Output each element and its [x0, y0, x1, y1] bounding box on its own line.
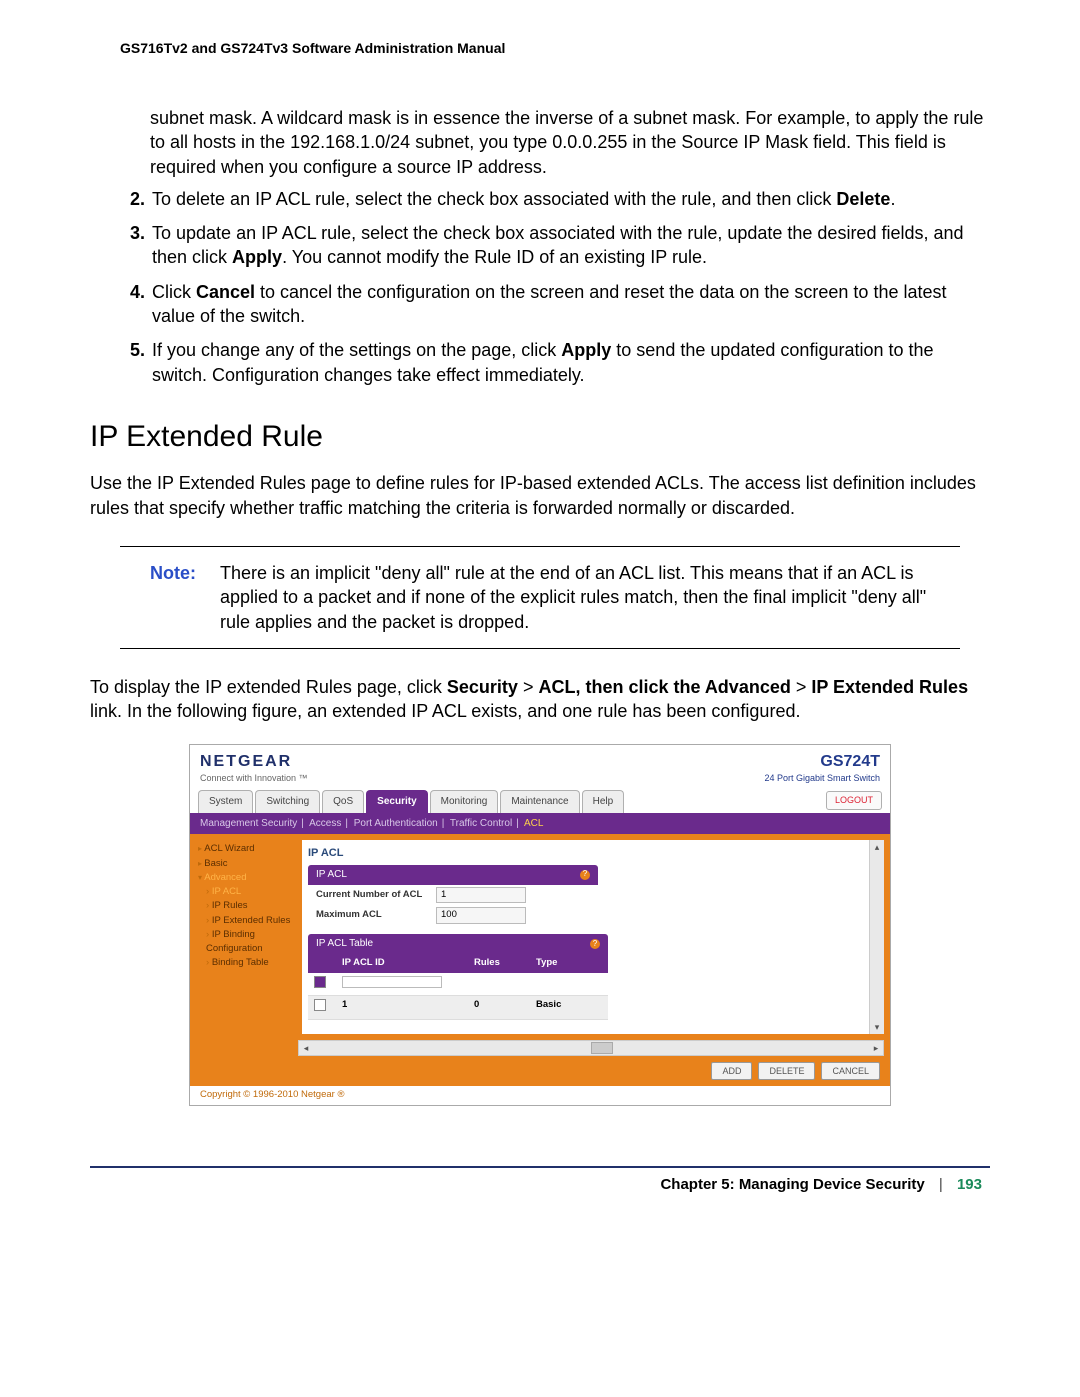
cancel-button[interactable]: CANCEL	[821, 1062, 880, 1080]
table-row-input	[308, 973, 608, 997]
field-max-acl-label: Maximum ACL	[316, 909, 436, 922]
step-4-text-c: to cancel the configuration on the scree…	[152, 282, 946, 326]
sidebar-basic[interactable]: Basic	[198, 857, 294, 871]
main-title: IP ACL	[308, 846, 878, 861]
step-2-bold: Delete	[836, 189, 890, 209]
disp-gt1: >	[518, 677, 539, 697]
tab-security[interactable]: Security	[366, 790, 427, 813]
step-4: Click Cancel to cancel the configuration…	[150, 280, 990, 329]
horizontal-scrollbar[interactable]: ◂ ▸	[298, 1040, 884, 1056]
th-rules: Rules	[468, 954, 530, 973]
step-3-text-c: . You cannot modify the Rule ID of an ex…	[282, 247, 707, 267]
row-checkbox[interactable]	[314, 999, 326, 1011]
disp-c: ACL, then click the Advanced	[538, 677, 790, 697]
step-2-text-c: .	[890, 189, 895, 209]
logout-button[interactable]: LOGOUT	[826, 791, 882, 809]
help-icon[interactable]: ?	[590, 939, 600, 949]
cell-type: Basic	[530, 996, 608, 1019]
disp-gt2: >	[791, 677, 812, 697]
sidebar-ip-rules[interactable]: IP Rules	[206, 899, 294, 913]
disp-b: Security	[447, 677, 518, 697]
help-icon[interactable]: ?	[580, 870, 590, 880]
manual-header: GS716Tv2 and GS724Tv3 Software Administr…	[120, 40, 990, 56]
delete-button[interactable]: DELETE	[758, 1062, 815, 1080]
footer-page-number: 193	[957, 1176, 982, 1193]
panel-ip-acl-table-title: IP ACL Table	[316, 937, 373, 951]
panel-ip-acl-table: IP ACL Table ? IP ACL ID Rules Type	[308, 934, 608, 1020]
action-bar: ADD DELETE CANCEL	[190, 1056, 890, 1086]
sidebar-ip-extended-rules[interactable]: IP Extended Rules	[206, 914, 294, 928]
subnav-mgmt-security[interactable]: Management Security	[200, 818, 297, 829]
main-tabs: System Switching QoS Security Monitoring…	[190, 786, 890, 813]
step-5-bold: Apply	[561, 340, 611, 360]
cell-rules: 0	[468, 996, 530, 1019]
brand-tagline: Connect with Innovation ™	[200, 772, 308, 784]
subnav-access[interactable]: Access	[309, 818, 341, 829]
main-panel: IP ACL IP ACL ? Current Number of ACL 1 …	[302, 840, 884, 1034]
sidebar-acl-wizard[interactable]: ACL Wizard	[198, 842, 294, 856]
disp-d: IP Extended Rules	[811, 677, 968, 697]
field-current-acl-value: 1	[436, 887, 526, 904]
sidebar-nav: ACL Wizard Basic Advanced IP ACL IP Rule…	[196, 840, 296, 1034]
scroll-down-icon[interactable]: ▾	[875, 1021, 880, 1033]
table-row: 1 0 Basic	[308, 996, 608, 1020]
model-description: 24 Port Gigabit Smart Switch	[764, 772, 880, 784]
scroll-thumb[interactable]	[591, 1042, 613, 1054]
add-button[interactable]: ADD	[711, 1062, 752, 1080]
step-5: If you change any of the settings on the…	[150, 338, 990, 387]
step-2: To delete an IP ACL rule, select the che…	[150, 187, 990, 211]
scroll-right-icon[interactable]: ▸	[869, 1042, 883, 1054]
subnav-port-auth[interactable]: Port Authentication	[354, 818, 438, 829]
tab-switching[interactable]: Switching	[255, 790, 320, 813]
tab-qos[interactable]: QoS	[322, 790, 364, 813]
field-current-acl-label: Current Number of ACL	[316, 889, 436, 902]
footer-rule	[90, 1166, 990, 1168]
th-type: Type	[530, 954, 608, 973]
step-3-bold: Apply	[232, 247, 282, 267]
subnav-traffic-control[interactable]: Traffic Control	[450, 818, 512, 829]
sub-nav: Management Security| Access| Port Authen…	[190, 813, 890, 835]
panel-ip-acl: IP ACL ? Current Number of ACL 1 Maximum…	[308, 865, 598, 926]
table-header: IP ACL ID Rules Type	[308, 954, 608, 973]
sidebar-ip-binding-config[interactable]: IP Binding Configuration	[206, 928, 294, 957]
model-name: GS724T	[764, 751, 880, 773]
step-5-text-a: If you change any of the settings on the…	[152, 340, 561, 360]
step-4-text-a: Click	[152, 282, 196, 302]
continuation-paragraph: subnet mask. A wildcard mask is in essen…	[150, 106, 990, 179]
section-intro: Use the IP Extended Rules page to define…	[90, 471, 990, 520]
display-instruction: To display the IP extended Rules page, c…	[90, 675, 990, 724]
tab-system[interactable]: System	[198, 790, 253, 813]
section-heading: IP Extended Rule	[90, 417, 990, 458]
tab-monitoring[interactable]: Monitoring	[430, 790, 499, 813]
field-max-acl-value: 100	[436, 907, 526, 924]
sidebar-ip-acl[interactable]: IP ACL	[206, 885, 294, 899]
th-ip-acl-id: IP ACL ID	[336, 954, 468, 973]
step-3: To update an IP ACL rule, select the che…	[150, 221, 990, 270]
sidebar-binding-table[interactable]: Binding Table	[206, 956, 294, 970]
ip-acl-id-input[interactable]	[342, 976, 442, 988]
steps-list: To delete an IP ACL rule, select the che…	[90, 187, 990, 387]
footer-chapter: Chapter 5: Managing Device Security	[660, 1176, 924, 1193]
step-2-text-a: To delete an IP ACL rule, select the che…	[152, 189, 836, 209]
disp-a: To display the IP extended Rules page, c…	[90, 677, 447, 697]
note-text: There is an implicit "deny all" rule at …	[220, 561, 960, 634]
vertical-scrollbar[interactable]: ▴ ▾	[869, 840, 884, 1034]
tab-maintenance[interactable]: Maintenance	[500, 790, 579, 813]
row-checkbox[interactable]	[314, 976, 326, 988]
brand-logo: NETGEAR	[200, 751, 308, 773]
cell-id: 1	[336, 996, 468, 1019]
panel-ip-acl-title: IP ACL	[316, 868, 347, 882]
disp-e: link. In the following figure, an extend…	[90, 701, 800, 721]
subnav-acl[interactable]: ACL	[524, 818, 543, 829]
page-footer: Chapter 5: Managing Device Security | 19…	[90, 1176, 990, 1193]
ui-screenshot: NETGEAR Connect with Innovation ™ GS724T…	[189, 744, 891, 1107]
scroll-up-icon[interactable]: ▴	[875, 841, 880, 853]
tab-help[interactable]: Help	[582, 790, 625, 813]
note-block: Note: There is an implicit "deny all" ru…	[120, 546, 960, 649]
note-label: Note:	[120, 561, 220, 634]
step-4-bold: Cancel	[196, 282, 255, 302]
sidebar-advanced[interactable]: Advanced	[198, 871, 294, 885]
copyright: Copyright © 1996-2010 Netgear ®	[190, 1086, 890, 1105]
scroll-left-icon[interactable]: ◂	[299, 1042, 313, 1054]
